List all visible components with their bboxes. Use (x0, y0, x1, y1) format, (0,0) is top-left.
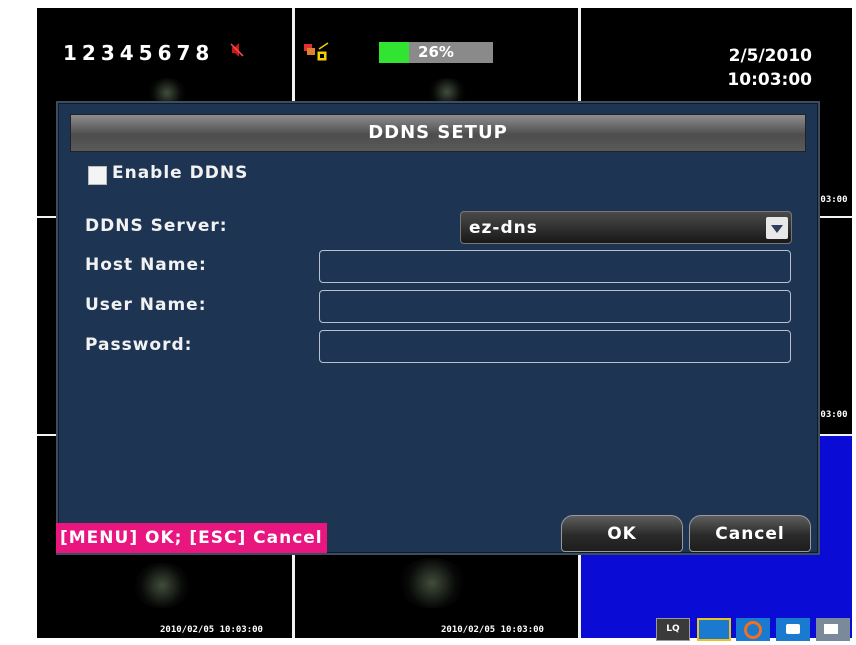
video-noise (397, 558, 467, 608)
password-field[interactable] (319, 330, 791, 363)
ok-button[interactable]: OK (561, 515, 683, 552)
time-text: 10:03:00 (727, 70, 812, 90)
enable-ddns-label: Enable DDNS (112, 163, 249, 183)
cancel-button[interactable]: Cancel (689, 515, 811, 552)
ddns-server-dropdown[interactable]: ez-dns (460, 211, 792, 244)
key-hint-banner: [MENU] OK; [ESC] Cancel (56, 523, 327, 553)
host-name-field[interactable] (319, 250, 791, 283)
ddns-server-value: ez-dns (469, 218, 538, 238)
hdd-status-icon (304, 42, 329, 62)
video-noise (132, 563, 192, 608)
date-text: 2/5/2010 (728, 46, 812, 66)
channel-timestamp: 2010/02/05 10:03:00 (160, 625, 263, 635)
user-name-field[interactable] (319, 290, 791, 323)
record-progress-text: 26% (418, 43, 454, 61)
user-name-label: User Name: (85, 295, 207, 315)
dialog-title: DDNS SETUP (70, 114, 806, 152)
host-name-label: Host Name: (85, 255, 207, 275)
record-progress-bar: 26% (379, 42, 493, 63)
ddns-server-label: DDNS Server: (85, 216, 228, 236)
chevron-down-icon[interactable] (766, 217, 788, 239)
channel-timestamp: 2010/02/05 10:03:00 (441, 625, 544, 635)
ddns-setup-dialog: DDNS SETUP Enable DDNS DDNS Server: ez-d… (56, 101, 820, 555)
password-label: Password: (85, 335, 193, 355)
enable-ddns-checkbox[interactable] (88, 166, 107, 185)
lq-icon[interactable]: LQ (656, 618, 690, 641)
camera-numbers: 12345678 (63, 41, 215, 65)
camera-icon[interactable] (776, 618, 810, 641)
display-icon[interactable] (697, 618, 731, 641)
ring-icon[interactable] (736, 618, 770, 641)
audio-mute-icon (230, 42, 244, 62)
snapshot-icon[interactable] (816, 618, 850, 641)
datetime-display: 2/5/2010 10:03:00 (727, 44, 812, 92)
lq-label: LQ (666, 624, 680, 634)
